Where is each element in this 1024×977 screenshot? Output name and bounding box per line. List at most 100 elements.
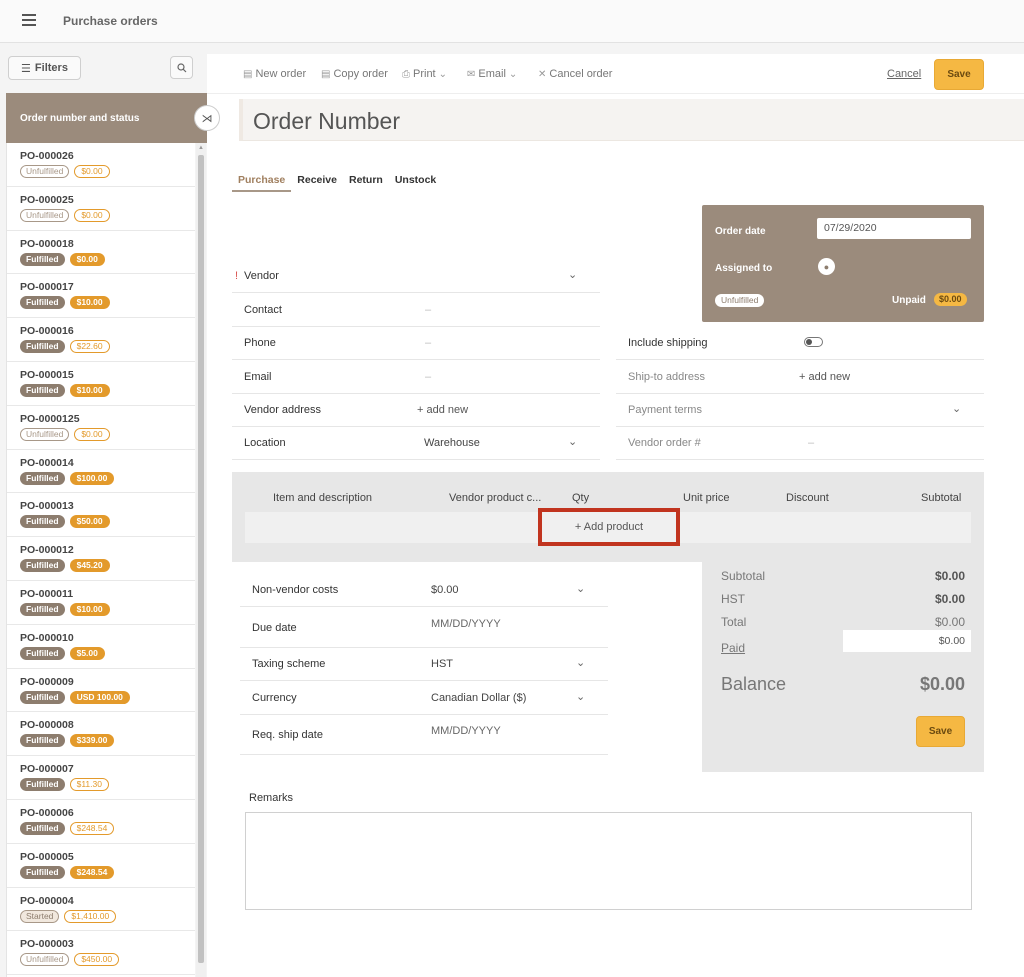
cancel-order-button[interactable]: ✕ Cancel order [538,68,612,80]
order-list-item[interactable]: PO-000007 Fulfilled $11.30 [7,756,195,800]
order-list-item[interactable]: PO-0000125 Unfulfilled $0.00 [7,406,195,450]
app-title: Purchase orders [63,14,158,28]
location-field[interactable]: Location Warehouse ⌄ [232,427,600,460]
copy-order-button[interactable]: ▤ Copy order [321,68,388,80]
order-date-input[interactable]: 07/29/2020 [817,218,971,239]
order-list-item[interactable]: PO-000014 Fulfilled $100.00 [7,450,195,494]
order-list-item[interactable]: PO-000013 Fulfilled $50.00 [7,493,195,538]
order-badges: Fulfilled $22.60 [20,340,195,354]
column-header-vendor-product: Vendor product c... [449,492,542,504]
scrollbar[interactable]: ▲ [196,143,206,977]
order-list-item[interactable]: PO-000015 Fulfilled $10.00 [7,362,195,406]
vendor-field[interactable]: ! Vendor ⌄ [232,260,600,293]
order-number: PO-000011 [20,587,74,600]
phone-field[interactable]: Phone – [232,327,600,360]
order-number: PO-000005 [20,850,74,863]
order-number: PO-000006 [20,806,74,819]
search-button[interactable] [170,56,193,79]
save-button[interactable]: Save [934,59,984,90]
due-date-field[interactable]: Due date MM/DD/YYYY [240,608,608,648]
order-list-item[interactable]: PO-000004 Started $1,410.00 [7,888,195,932]
currency-label: Currency [252,692,297,704]
email-field[interactable]: Email – [232,361,600,394]
vendor-order-number-field[interactable]: Vendor order # – [616,427,984,460]
amount-badge: $11.30 [69,778,109,792]
payment-terms-label: Payment terms [628,404,702,416]
chevron-down-icon[interactable]: ⌄ [576,690,585,703]
include-shipping-toggle[interactable] [804,337,823,347]
add-product-button[interactable]: + Add product [538,508,680,546]
tab-purchase[interactable]: Purchase [232,174,292,192]
tab-receive[interactable]: Receive [291,174,343,192]
order-list-item[interactable]: PO-000009 Fulfilled USD 100.00 [7,669,195,713]
scroll-up-icon[interactable]: ▲ [198,145,204,151]
chevron-down-icon[interactable]: ⌄ [568,435,577,448]
total-label: Total [721,615,747,629]
order-list-item[interactable]: PO-000011 Fulfilled $10.00 [7,581,195,625]
order-date-label: Order date [715,226,766,237]
remarks-textarea[interactable] [245,812,972,910]
non-vendor-costs-field[interactable]: Non-vendor costs $0.00 ⌄ [240,574,608,607]
add-ship-to-address-link[interactable]: + add new [799,371,850,383]
balance-label: Balance [721,674,787,694]
email-button[interactable]: ✉ Email ⌄ [467,68,517,80]
order-list-header[interactable]: Order number and status [6,93,207,143]
order-list-item[interactable]: PO-000010 Fulfilled $5.00 [7,625,195,669]
taxing-scheme-field[interactable]: Taxing scheme HST ⌄ [240,648,608,681]
payment-terms-field[interactable]: Payment terms ⌄ [616,394,984,427]
collapse-panel-icon[interactable]: ⋊ [194,105,220,131]
order-list-item[interactable]: PO-000017 Fulfilled $10.00 [7,274,195,319]
column-header-subtotal: Subtotal [921,492,962,504]
order-list-item[interactable]: PO-000005 Fulfilled $248.54 [7,844,195,888]
amount-badge: $339.00 [69,734,115,748]
subtotal-value: $0.00 [934,569,965,583]
amount-badge: $0.00 [74,208,110,222]
chevron-down-icon[interactable]: ⌄ [576,582,585,595]
order-badges: Fulfilled $5.00 [20,646,195,660]
order-number-field[interactable]: Order Number [239,99,1024,141]
order-badges: Fulfilled $11.30 [20,778,195,792]
scrollbar-thumb[interactable] [198,155,204,963]
hamburger-icon[interactable] [22,14,36,26]
taxing-scheme-label: Taxing scheme [252,658,326,670]
due-date-input[interactable]: MM/DD/YYYY [431,618,501,630]
currency-field[interactable]: Currency Canadian Dollar ($) ⌄ [240,682,608,715]
chevron-down-icon[interactable]: ⌄ [576,656,585,669]
order-list-item[interactable]: PO-000025 Unfulfilled $0.00 [7,187,195,231]
order-list-item[interactable]: PO-000003 Unfulfilled $450.00 [7,931,195,976]
order-list-item[interactable]: PO-000012 Fulfilled $45.20 [7,537,195,581]
order-badges: Fulfilled $10.00 [20,602,195,616]
save-button-bottom[interactable]: Save [916,716,965,747]
chevron-down-icon[interactable]: ⌄ [568,268,577,281]
order-list-item[interactable]: PO-000018 Fulfilled $0.00 [7,231,195,275]
order-number: PO-000012 [20,544,74,557]
contact-field[interactable]: Contact – [232,294,600,327]
column-header-qty: Qty [572,492,590,504]
new-order-button[interactable]: ▤ New order [243,68,306,80]
cancel-link[interactable]: Cancel [887,68,921,80]
order-list-item[interactable]: PO-000008 Fulfilled $339.00 [7,712,195,757]
paid-input[interactable]: $0.00 [843,630,971,652]
order-list-item[interactable]: PO-000026 Unfulfilled $0.00 [7,143,195,187]
amount-badge: $10.00 [69,602,110,616]
print-button[interactable]: ⎙ Print ⌄ [402,68,447,80]
chevron-down-icon[interactable]: ⌄ [952,402,961,415]
tab-unstock[interactable]: Unstock [389,174,442,192]
tab-return[interactable]: Return [343,174,389,192]
order-list-item[interactable]: PO-000016 Fulfilled $22.60 [7,318,195,362]
hst-label: HST [721,592,745,606]
filters-button[interactable]: ☰ Filters [8,56,81,80]
status-badge: Fulfilled [20,865,65,879]
paid-link[interactable]: Paid [721,641,745,655]
req-ship-date-input[interactable]: MM/DD/YYYY [431,725,501,737]
add-vendor-address-link[interactable]: + add new [417,404,468,416]
order-list-item[interactable]: PO-000006 Fulfilled $248.54 [7,800,195,844]
sidebar: ☰ Filters Order number and status ⋊ PO-0… [0,43,220,977]
req-ship-date-field[interactable]: Req. ship date MM/DD/YYYY [240,715,608,755]
remarks-label: Remarks [249,792,294,804]
balance-value: $0.00 [919,674,965,694]
order-tabs: Purchase Receive Return Unstock [232,174,442,192]
assigned-to-label: Assigned to [715,263,773,274]
ship-to-address-field: Ship-to address + add new [616,361,984,394]
user-icon[interactable]: ● [818,258,835,275]
